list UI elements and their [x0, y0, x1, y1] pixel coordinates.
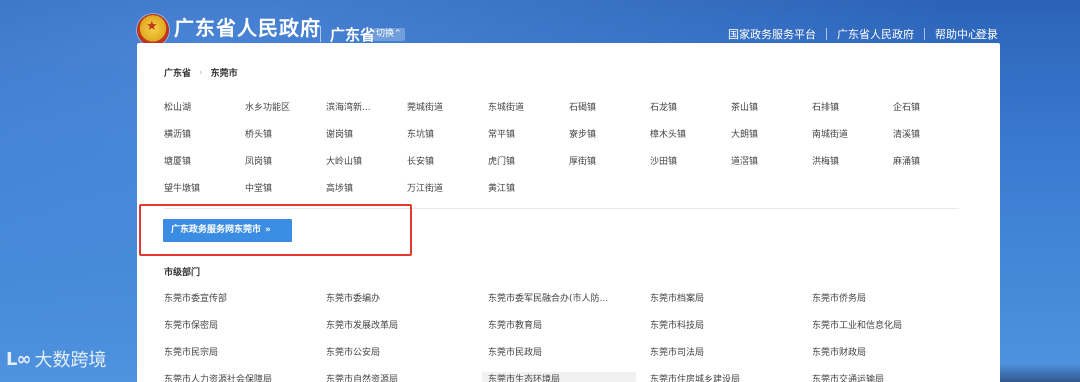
town-link[interactable]: 东城街道	[488, 100, 569, 127]
department-link[interactable]: 东莞市司法局	[650, 345, 812, 372]
link-separator	[924, 28, 925, 40]
town-link[interactable]: 常平镇	[488, 127, 569, 154]
town-link[interactable]: 石碣镇	[569, 100, 650, 127]
town-link[interactable]: 沙田镇	[650, 154, 731, 181]
department-link[interactable]: 东莞市工业和信息化局	[812, 318, 974, 345]
department-link[interactable]: 东莞市委编办	[326, 291, 488, 318]
department-link[interactable]: 东莞市住房城乡建设局	[650, 372, 812, 382]
town-link[interactable]: 石龙镇	[650, 100, 731, 127]
department-link[interactable]: 东莞市侨务局	[812, 291, 974, 318]
login-link[interactable]: 登录	[976, 26, 998, 42]
department-link[interactable]: 东莞市生态环境局	[482, 372, 636, 382]
department-link[interactable]: 东莞市委军民融合办(市人防...	[488, 291, 650, 318]
department-link[interactable]: 东莞市人力资源社会保障局	[164, 372, 326, 382]
town-link[interactable]: 东坑镇	[407, 127, 488, 154]
town-link[interactable]: 虎门镇	[488, 154, 569, 181]
town-link[interactable]: 南城街道	[812, 127, 893, 154]
town-link[interactable]: 道滘镇	[731, 154, 812, 181]
department-link[interactable]: 东莞市自然资源局	[326, 372, 488, 382]
national-emblem-icon	[137, 14, 169, 46]
town-link[interactable]: 麻涌镇	[893, 154, 974, 181]
switch-label: 切换	[376, 29, 395, 39]
department-link[interactable]: 东莞市交通运输局	[812, 372, 974, 382]
town-link[interactable]: 茶山镇	[731, 100, 812, 127]
town-link[interactable]: 凤岗镇	[245, 154, 326, 181]
town-link[interactable]: 水乡功能区	[245, 100, 326, 127]
dept-section-title: 市级部门	[164, 268, 201, 278]
department-link[interactable]: 东莞市民宗局	[164, 345, 326, 372]
region-switch-button[interactable]: 切换⌃	[373, 28, 405, 41]
chevron-right-icon: ›	[199, 67, 203, 78]
town-link[interactable]: 寮步镇	[569, 127, 650, 154]
department-link[interactable]: 东莞市公安局	[326, 345, 488, 372]
department-link[interactable]: 东莞市发展改革局	[326, 318, 488, 345]
title-separator	[320, 26, 321, 42]
town-link[interactable]: 桥头镇	[245, 127, 326, 154]
department-link[interactable]: 东莞市委宣传部	[164, 291, 326, 318]
town-link[interactable]: 长安镇	[407, 154, 488, 181]
town-link[interactable]: 万江街道	[407, 181, 488, 208]
town-link[interactable]: 石排镇	[812, 100, 893, 127]
town-link[interactable]: 企石镇	[893, 100, 974, 127]
department-link[interactable]: 东莞市教育局	[488, 318, 650, 345]
background-hill	[1000, 364, 1080, 382]
town-link[interactable]: 洪梅镇	[812, 154, 893, 181]
watermark-logo: L∞	[6, 348, 31, 370]
town-link[interactable]: 大朗镇	[731, 127, 812, 154]
town-link[interactable]: 莞城街道	[407, 100, 488, 127]
watermark: L∞ 大数跨境	[6, 346, 106, 372]
breadcrumb: 广东省 › 东莞市	[164, 66, 238, 80]
town-link[interactable]: 樟木头镇	[650, 127, 731, 154]
town-list: 松山湖 水乡功能区 滨海湾新... 莞城街道 东城街道 石碣镇 石龙镇 茶山镇 石排镇 企石镇横沥…	[164, 100, 974, 208]
department-link[interactable]: 东莞市档案局	[650, 291, 812, 318]
department-link[interactable]: 东莞市财政局	[812, 345, 974, 372]
top-links: 国家政务服务平台 广东省人民政府 帮助中心	[728, 26, 1000, 42]
town-link[interactable]: 清溪镇	[893, 127, 974, 154]
site-title[interactable]: 广东省人民政府	[174, 12, 321, 41]
breadcrumb-city: 东莞市	[210, 69, 238, 79]
breadcrumb-province[interactable]: 广东省	[164, 66, 191, 79]
department-link[interactable]: 东莞市科技局	[650, 318, 812, 345]
town-link[interactable]: 塘厦镇	[164, 154, 245, 181]
gov-service-label: 广东政务服务网东莞市	[171, 225, 262, 235]
site-header: 广东省人民政府 广东省 切换⌃ 国家政务服务平台 广东省人民政府 帮助中心 登录	[0, 0, 1080, 48]
link-help-center[interactable]: 帮助中心	[935, 26, 979, 42]
link-separator	[826, 28, 827, 40]
region-selector-panel: 广东省 › 东莞市 松山湖 水乡功能区 滨海湾新... 莞城街道 东城街道 石碣镇 石龙镇茶…	[137, 43, 1000, 382]
link-national-platform[interactable]: 国家政务服务平台	[728, 26, 816, 42]
department-link[interactable]: 东莞市保密局	[164, 318, 326, 345]
town-link[interactable]: 滨海湾新...	[326, 100, 407, 127]
region-name: 广东省	[330, 26, 376, 44]
gov-service-dongguan-button[interactable]: 广东政务服务网东莞市»	[163, 219, 292, 242]
town-link[interactable]: 横沥镇	[164, 127, 245, 154]
town-link[interactable]: 谢岗镇	[326, 127, 407, 154]
double-chevron-right-icon: »	[265, 225, 271, 235]
department-list: 东莞市委宣传部 东莞市委编办 东莞市委军民融合办(市人防... 东莞市档案局 东莞市侨务…	[164, 291, 984, 382]
link-provincial-government[interactable]: 广东省人民政府	[837, 26, 914, 42]
town-link[interactable]: 大岭山镇	[326, 154, 407, 181]
watermark-text: 大数跨境	[34, 350, 107, 371]
town-link[interactable]: 黄江镇	[488, 181, 569, 208]
town-link[interactable]: 松山湖	[164, 100, 245, 127]
town-link[interactable]: 厚街镇	[569, 154, 650, 181]
department-link[interactable]: 东莞市民政局	[488, 345, 650, 372]
